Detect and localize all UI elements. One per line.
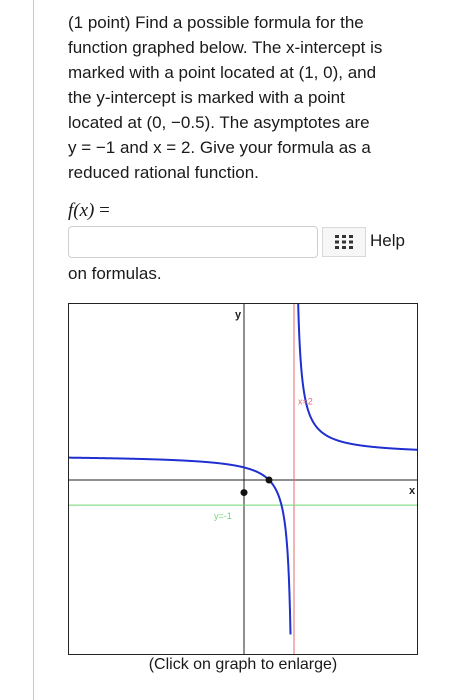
problem-line: reduced rational function.	[68, 163, 259, 182]
grid-icon	[335, 235, 353, 249]
help-link[interactable]: Help	[370, 231, 405, 251]
y-axis-label: y	[235, 309, 242, 321]
problem-statement: (1 point) Find a possible formula for th…	[68, 10, 448, 185]
problem-line: function graphed below. The x-intercept …	[68, 38, 383, 57]
problem-line: located at (0, −0.5). The asymptotes are	[68, 113, 370, 132]
x-axis-label: x	[409, 485, 416, 497]
function-name: f(x)	[68, 200, 95, 221]
horizontal-asymptote-label: y=-1	[214, 511, 232, 521]
curve-left-branch	[69, 456, 292, 635]
help-suffix: on formulas.	[68, 264, 162, 283]
answer-input[interactable]	[68, 226, 318, 258]
problem-line: (1 point) Find a possible formula for th…	[68, 13, 364, 32]
function-graph[interactable]: x y x=2 y=-1	[68, 303, 418, 655]
graph-caption[interactable]: (Click on graph to enlarge)	[68, 656, 418, 674]
problem-line: y = −1 and x = 2. Give your formula as a	[68, 138, 371, 157]
x-intercept-point	[265, 476, 273, 484]
equation-editor-button[interactable]	[322, 227, 366, 257]
problem-line: marked with a point located at (1, 0), a…	[68, 63, 377, 82]
y-intercept-point	[240, 489, 248, 497]
graph-svg: x y x=2 y=-1	[69, 304, 417, 654]
vertical-asymptote-label: x=2	[298, 397, 313, 407]
problem-line: the y-intercept is marked with a point	[68, 88, 345, 107]
curve-right-branch	[297, 304, 417, 451]
function-label: f(x) =	[68, 200, 110, 222]
equals-sign: =	[94, 200, 110, 221]
